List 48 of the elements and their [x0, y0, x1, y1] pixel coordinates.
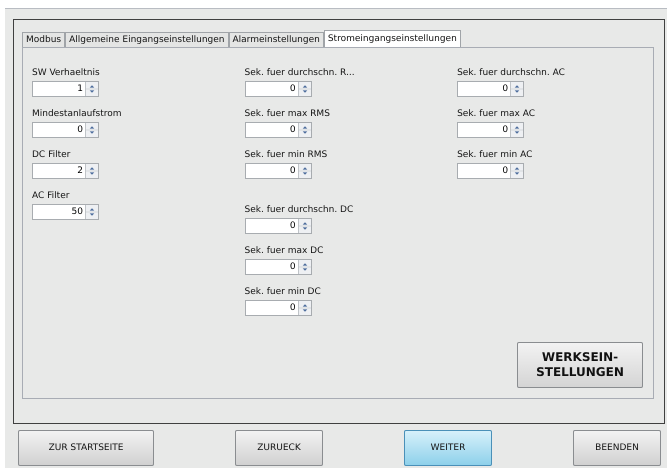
field-label: Sek. fuer max DC [244, 246, 324, 257]
spin-box[interactable]: 1 [32, 81, 99, 97]
spin-box[interactable]: 50 [32, 204, 99, 220]
tab[interactable]: Alarmeinstellungen [228, 32, 324, 47]
field-label: Sek. fuer durchschn. DC [244, 205, 354, 216]
spin-arrows-icon[interactable] [85, 82, 98, 96]
spin-arrows-icon[interactable] [298, 219, 311, 233]
spin-box[interactable]: 0 [244, 300, 312, 316]
spin-arrows-icon[interactable] [85, 164, 98, 178]
spin-box[interactable]: 0 [244, 163, 312, 179]
spin-box[interactable]: 2 [32, 163, 99, 179]
spin-box[interactable]: 0 [457, 122, 524, 138]
field-label: Sek. fuer durchschn. AC [457, 68, 566, 79]
nav-button[interactable]: ZUR STARTSEITE [18, 430, 154, 466]
spin-arrows-icon[interactable] [85, 205, 98, 219]
spin-box[interactable]: 0 [244, 259, 312, 275]
tab[interactable]: Stromeingangseinstellungen [324, 30, 461, 47]
field-label: Mindestanlaufstrom [32, 109, 123, 120]
spin-arrows-icon[interactable] [298, 301, 311, 315]
tab[interactable]: Allgemeine Eingangseinstellungen [65, 32, 228, 47]
nav-button[interactable]: ZURUECK [235, 430, 323, 466]
spin-box[interactable]: 0 [457, 163, 524, 179]
field-label: SW Verhaeltnis [32, 68, 101, 79]
spin-arrows-icon[interactable] [85, 123, 98, 137]
field-label: Sek. fuer min RMS [244, 150, 328, 161]
spin-arrows-icon[interactable] [510, 82, 524, 96]
nav-button[interactable]: WEITER [404, 430, 492, 466]
field-label: Sek. fuer max RMS [244, 109, 331, 120]
spin-arrows-icon[interactable] [298, 82, 311, 96]
spin-arrows-icon[interactable] [510, 123, 524, 137]
nav-button[interactable]: BEENDEN [573, 430, 661, 466]
spin-box[interactable]: 0 [244, 122, 312, 138]
factory-settings-button[interactable]: WERKSEIN- STELLUNGEN [517, 342, 643, 388]
spin-box[interactable]: 0 [457, 81, 524, 97]
spin-box[interactable]: 0 [244, 218, 312, 234]
field-label: Sek. fuer durchschn. R... [244, 68, 356, 79]
field-label: AC Filter [32, 191, 70, 202]
spin-box[interactable]: 0 [32, 122, 99, 138]
tab[interactable]: Modbus [22, 32, 66, 47]
field-label: Sek. fuer min DC [244, 287, 322, 298]
spin-arrows-icon[interactable] [510, 164, 524, 178]
field-label: DC Filter [32, 150, 72, 161]
spin-arrows-icon[interactable] [298, 260, 311, 274]
spin-arrows-icon[interactable] [298, 164, 311, 178]
field-label: Sek. fuer min AC [457, 150, 534, 161]
field-label: Sek. fuer max AC [457, 109, 536, 120]
spin-arrows-icon[interactable] [298, 123, 311, 137]
spin-box[interactable]: 0 [244, 81, 312, 97]
